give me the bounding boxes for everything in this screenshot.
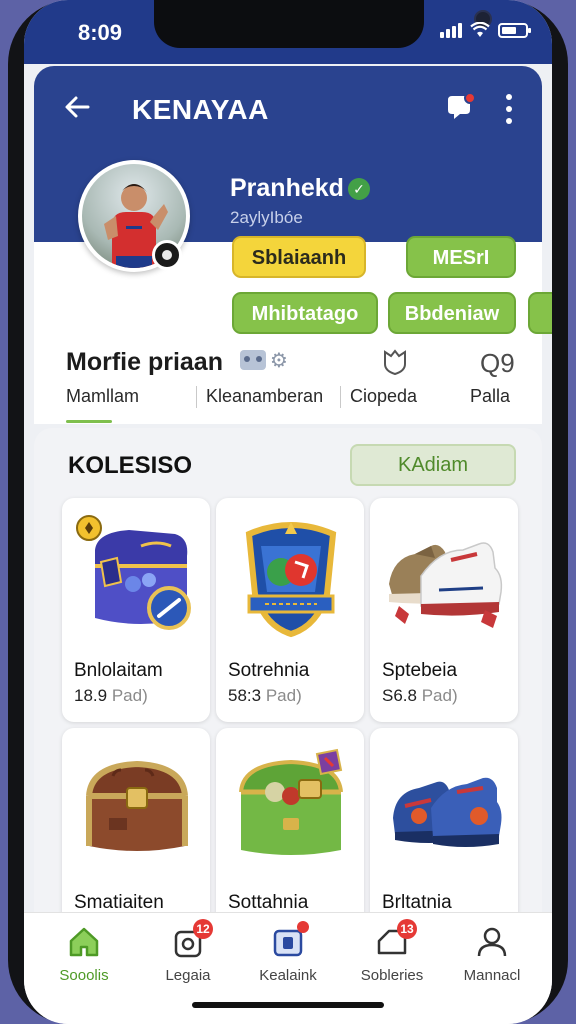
back-arrow-icon[interactable] [62, 92, 92, 122]
section-action-button[interactable]: KAdiam [350, 444, 516, 486]
folder-icon [271, 921, 309, 959]
blue-sneakers-icon [370, 728, 518, 884]
item-price: 18.9 Pad) [74, 686, 148, 705]
gear-icon[interactable]: ⚙ [270, 350, 292, 372]
sneakers-icon [370, 498, 518, 654]
chip-quaternary[interactable]: Bbdeniaw [388, 292, 516, 334]
item-name: Bnlolaitam [74, 660, 163, 681]
item-name: Smatiaiten [74, 892, 164, 913]
tab-divider [340, 386, 341, 408]
tab-third[interactable]: Ciopeda [350, 386, 417, 407]
item-price: 58:3 Pad) [228, 686, 302, 705]
more-options-icon[interactable] [504, 94, 514, 124]
status-icons [440, 22, 531, 38]
status-time: 8:09 [78, 20, 123, 45]
nav-item-profile[interactable]: Mannacl [444, 925, 540, 1005]
wifi-icon [470, 22, 490, 37]
item-card[interactable]: Sotrehnia 58:3 Pad) [216, 498, 364, 722]
notification-button[interactable] [444, 92, 476, 124]
item-name: Brltatnia [382, 892, 452, 913]
nav-dot [297, 921, 309, 933]
notification-dot [464, 92, 476, 104]
item-name: Sottahnia [228, 892, 309, 913]
battery-icon [498, 22, 531, 38]
chip-primary[interactable]: Sblaiaanh [232, 236, 366, 278]
nav-item-tag[interactable]: 13 Sobleries [344, 919, 440, 1005]
chip-tertiary[interactable]: Mhibtatago [232, 292, 378, 334]
item-name: Sotrehnia [228, 660, 310, 681]
tab-second[interactable]: Kleanamberan [206, 386, 323, 407]
item-card[interactable]: Bnlolaitam 18.9 Pad) [62, 498, 210, 722]
profile-handle: 2aylyIbóe [230, 208, 303, 227]
nav-badge: 12 [193, 919, 213, 939]
signal-icon [440, 22, 462, 38]
nav-label: Legaia [165, 967, 211, 984]
chip-secondary[interactable]: MESrI [406, 236, 516, 278]
avatar-badge-icon [152, 240, 182, 270]
mask-icon [240, 350, 266, 370]
tab-fourth[interactable]: Palla [470, 386, 510, 407]
tab-first[interactable]: Mamllam [66, 386, 139, 407]
tab-divider [196, 386, 197, 408]
section-title: KOLESISO [68, 452, 193, 479]
app-title: KENAYAA [132, 94, 269, 125]
nav-label: Sooolis [59, 967, 109, 984]
item-card[interactable]: Sptebeia S6.8 Pad) [370, 498, 518, 722]
shield-icon[interactable] [382, 348, 408, 376]
status-bar: 8:09 [24, 0, 552, 64]
active-tab-indicator [66, 420, 112, 423]
screen: 8:09 KENAYAA Pranhekd ✓ 2aylyIbóe Sblaia… [24, 0, 552, 1024]
item-price: S6.8 Pad) [382, 686, 458, 705]
collection-section: KOLESISO KAdiam Bnlolaitam 18.9 Pad) Sot… [34, 428, 542, 952]
wooden-chest-icon [62, 728, 210, 884]
tag-icon: 13 [375, 919, 417, 959]
chip-overflow[interactable] [528, 292, 552, 334]
nav-label: Mannacl [463, 967, 521, 984]
profile-name: Pranhekd [230, 174, 344, 202]
notch [154, 0, 492, 48]
item-name: Sptebeia [382, 660, 458, 681]
stats-icons: ⚙ [240, 350, 292, 372]
stats-row: Morfie priaan ⚙ Q9 Mamllam Kleanamberan … [34, 338, 542, 428]
shield-crest-icon [216, 498, 364, 654]
nav-label: Kealaink [259, 967, 317, 984]
bag-icon: 12 [171, 919, 213, 959]
nav-item-bag[interactable]: 12 Legaia [140, 919, 236, 1005]
verified-badge-icon: ✓ [348, 178, 370, 200]
nav-item-folder[interactable]: Kealaink [240, 921, 336, 1005]
treasure-chest-icon [62, 498, 210, 654]
green-chest-icon [216, 728, 364, 884]
user-icon [475, 925, 509, 959]
nav-badge: 13 [397, 919, 417, 939]
home-icon [67, 925, 101, 959]
stats-title: Morfie priaan [66, 348, 223, 376]
nav-item-home[interactable]: Sooolis [36, 925, 132, 1005]
nav-label: Sobleries [360, 967, 424, 984]
home-indicator[interactable] [192, 1002, 384, 1008]
stats-count: Q9 [480, 348, 515, 378]
